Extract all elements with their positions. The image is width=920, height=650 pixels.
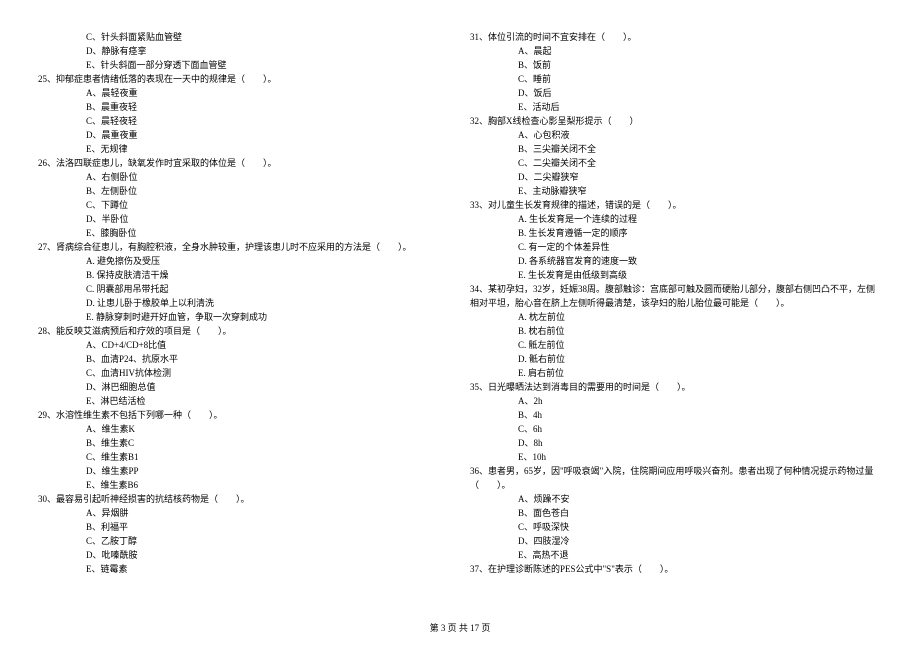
option-text: C、呼吸深快 xyxy=(470,520,882,534)
option-text: A、异烟肼 xyxy=(38,506,450,520)
option-text: B、三尖瓣关闭不全 xyxy=(470,142,882,156)
option-text: A、心包积液 xyxy=(470,128,882,142)
option-text: D、半卧位 xyxy=(38,212,450,226)
option-text: C、下蹲位 xyxy=(38,198,450,212)
option-text: C、维生素B1 xyxy=(38,450,450,464)
option-text: A、晨起 xyxy=(470,44,882,58)
option-text: C. 阴囊部用吊带托起 xyxy=(38,282,450,296)
option-text: B、4h xyxy=(470,408,882,422)
option-text: C、针头斜面紧贴血管壁 xyxy=(38,30,450,44)
option-text: E、10h xyxy=(470,450,882,464)
option-text: C、二尖瓣关闭不全 xyxy=(470,156,882,170)
question-text: 25、抑郁症患者情绪低落的表现在一天中的规律是（ ）。 xyxy=(38,72,450,86)
option-text: E、高热不退 xyxy=(470,548,882,562)
option-text: B、左侧卧位 xyxy=(38,184,450,198)
option-text: D. 让患儿卧于橡胶单上以利清洗 xyxy=(38,296,450,310)
question-text: 27、肾病综合征患儿，有胸腔积液，全身水肿较重，护理该患儿时不应采用的方法是（ … xyxy=(38,240,450,254)
option-text: B、利福平 xyxy=(38,520,450,534)
question-text: 31、体位引流的时间不宜安排在（ ）。 xyxy=(470,30,882,44)
option-text: D、吡嗪酰胺 xyxy=(38,548,450,562)
question-text: 29、水溶性维生素不包括下列哪一种（ ）。 xyxy=(38,408,450,422)
option-text: C. 有一定的个体差异性 xyxy=(470,240,882,254)
question-text: 26、法洛四联症患儿，缺氧发作时宜采取的体位是（ ）。 xyxy=(38,156,450,170)
question-text: 33、对儿童生长发育规律的描述，错误的是（ ）。 xyxy=(470,198,882,212)
option-text: C、血清HIV抗体检测 xyxy=(38,366,450,380)
question-text: 36、患者男，65岁，因"呼吸衰竭"入院，住院期间应用呼吸兴奋剂。患者出现了何种… xyxy=(470,464,882,492)
right-column: 31、体位引流的时间不宜安排在（ ）。A、晨起B、饭前C、睡前D、饭后E、活动后… xyxy=(470,30,882,610)
option-text: A、2h xyxy=(470,394,882,408)
option-text: E、维生素B6 xyxy=(38,478,450,492)
option-text: D. 骶右前位 xyxy=(470,352,882,366)
option-text: E、淋巴结活检 xyxy=(38,394,450,408)
option-text: A、晨轻夜重 xyxy=(38,86,450,100)
question-text: 28、能反映艾滋病预后和疗效的项目是（ ）。 xyxy=(38,324,450,338)
option-text: B、面色苍白 xyxy=(470,506,882,520)
option-text: D、8h xyxy=(470,436,882,450)
option-text: D、二尖瓣狭窄 xyxy=(470,170,882,184)
option-text: A、CD+4/CD+8比值 xyxy=(38,338,450,352)
option-text: D、淋巴细胞总值 xyxy=(38,380,450,394)
option-text: A、烦躁不安 xyxy=(470,492,882,506)
question-text: 30、最容易引起听神经损害的抗结核药物是（ ）。 xyxy=(38,492,450,506)
option-text: C、晨轻夜轻 xyxy=(38,114,450,128)
option-text: D、静脉有痉挛 xyxy=(38,44,450,58)
option-text: D. 各系统器官发育的速度一致 xyxy=(470,254,882,268)
option-text: D、四肢湿冷 xyxy=(470,534,882,548)
page-footer: 第 3 页 共 17 页 xyxy=(0,621,920,634)
question-text: 37、在护理诊断陈述的PES公式中"S"表示（ ）。 xyxy=(470,562,882,576)
option-text: A、右侧卧位 xyxy=(38,170,450,184)
option-text: C、睡前 xyxy=(470,72,882,86)
option-text: C、乙胺丁醇 xyxy=(38,534,450,548)
option-text: A. 生长发育是一个连续的过程 xyxy=(470,212,882,226)
document-columns: C、针头斜面紧贴血管壁D、静脉有痉挛E、针头斜面一部分穿透下面血管壁25、抑郁症… xyxy=(38,30,882,610)
question-text: 35、日光曝晒法达到消毒目的需要用的时间是（ ）。 xyxy=(470,380,882,394)
option-text: A、维生素K xyxy=(38,422,450,436)
question-text: 34、某初孕妇，32岁，妊娠38周。腹部触诊：宫底部可触及圆而硬胎儿部分，腹部右… xyxy=(470,282,882,310)
option-text: B. 生长发育遵循一定的顺序 xyxy=(470,226,882,240)
option-text: E、无规律 xyxy=(38,142,450,156)
option-text: B、饭前 xyxy=(470,58,882,72)
option-text: E、活动后 xyxy=(470,100,882,114)
option-text: E、主动脉瓣狭窄 xyxy=(470,184,882,198)
question-text: 32、胸部X线检查心影呈梨形提示（ ） xyxy=(470,114,882,128)
option-text: E. 肩右前位 xyxy=(470,366,882,380)
option-text: C、6h xyxy=(470,422,882,436)
left-column: C、针头斜面紧贴血管壁D、静脉有痉挛E、针头斜面一部分穿透下面血管壁25、抑郁症… xyxy=(38,30,450,610)
option-text: A. 避免擦伤及受压 xyxy=(38,254,450,268)
option-text: D、饭后 xyxy=(470,86,882,100)
option-text: D、维生素PP xyxy=(38,464,450,478)
option-text: A. 枕左前位 xyxy=(470,310,882,324)
option-text: E、针头斜面一部分穿透下面血管壁 xyxy=(38,58,450,72)
option-text: B、血清P24、抗原水平 xyxy=(38,352,450,366)
option-text: C. 骶左前位 xyxy=(470,338,882,352)
option-text: D、晨重夜重 xyxy=(38,128,450,142)
option-text: B、晨重夜轻 xyxy=(38,100,450,114)
option-text: E. 静脉穿刺时避开好血管，争取一次穿刺成功 xyxy=(38,310,450,324)
option-text: B. 枕右前位 xyxy=(470,324,882,338)
option-text: E. 生长发育是由低级到高级 xyxy=(470,268,882,282)
option-text: E、链霉素 xyxy=(38,562,450,576)
option-text: B、维生素C xyxy=(38,436,450,450)
option-text: E、膝胸卧位 xyxy=(38,226,450,240)
option-text: B. 保持皮肤清洁干燥 xyxy=(38,268,450,282)
